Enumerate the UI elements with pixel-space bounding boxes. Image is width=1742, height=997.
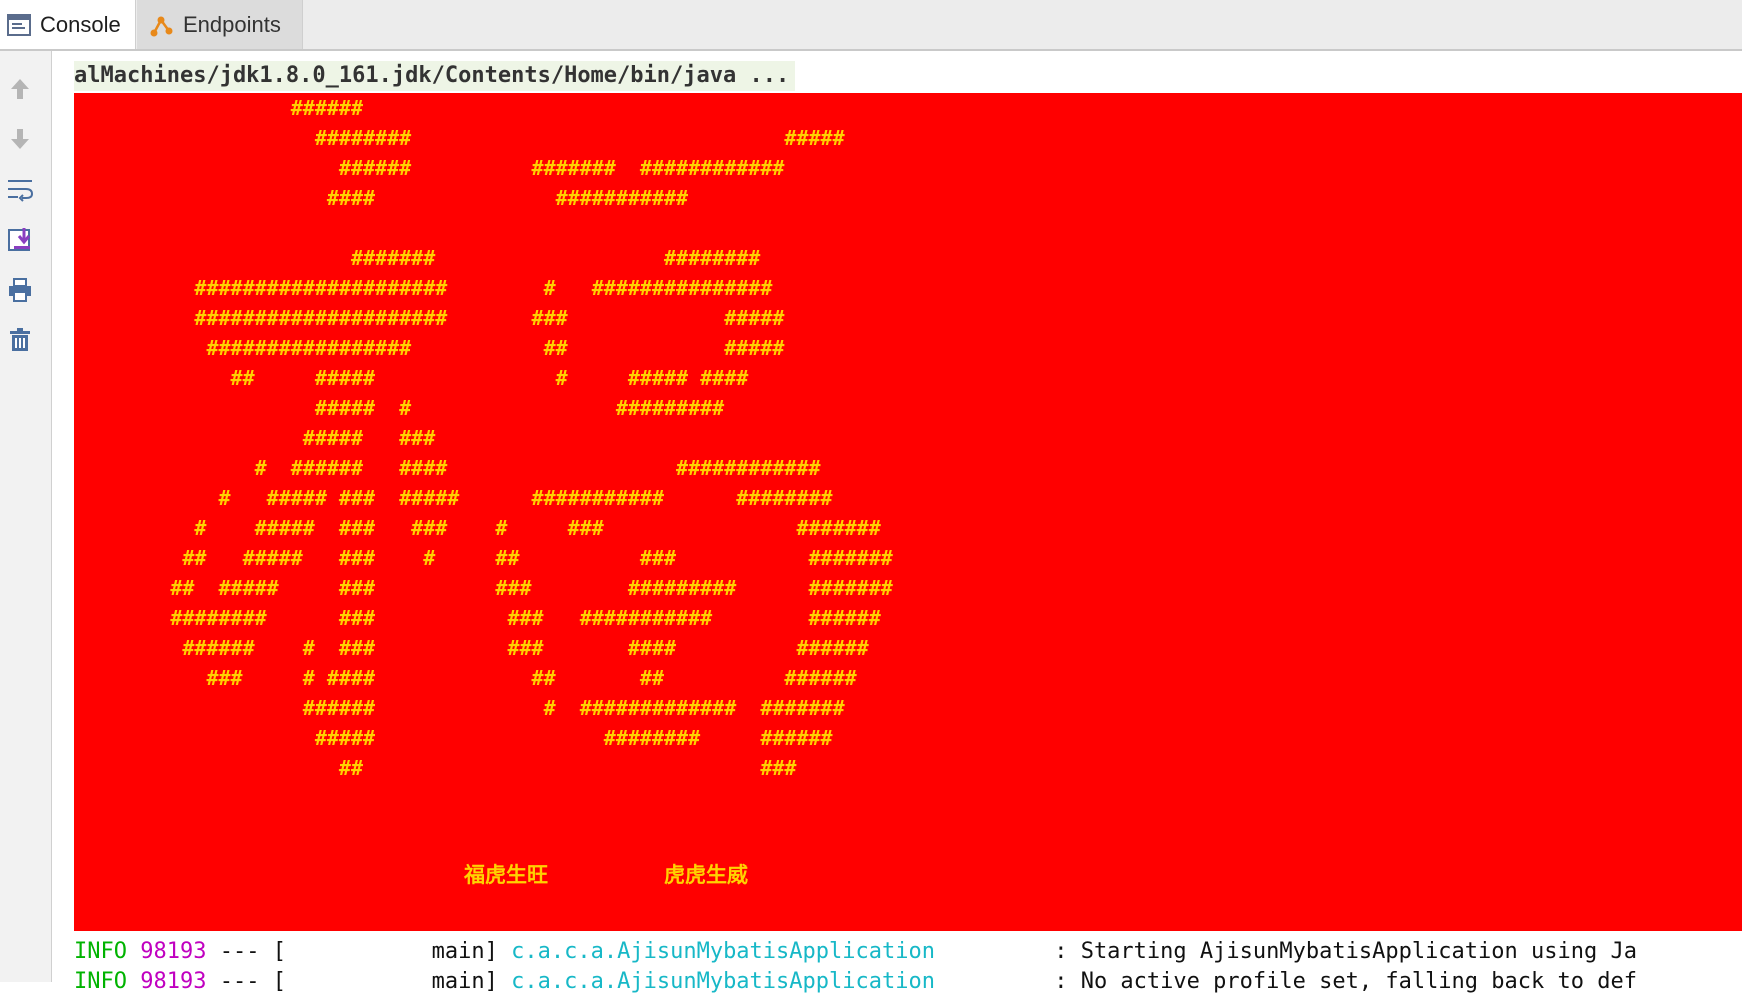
scroll-to-end-icon[interactable] (5, 225, 35, 255)
log-thread: [ main] (272, 939, 498, 964)
endpoints-icon (149, 12, 175, 38)
banner-caption-left: 福虎生旺 (464, 863, 548, 887)
tab-console-label: Console (40, 11, 121, 37)
console-toolbar (0, 51, 52, 982)
console-output[interactable]: alMachines/jdk1.8.0_161.jdk/Contents/Hom… (52, 51, 1742, 994)
up-arrow-icon[interactable] (5, 74, 35, 104)
log-pid: 98193 (140, 939, 207, 964)
tool-window-tabbar: Console Endpoints (0, 0, 1742, 51)
tab-endpoints[interactable]: Endpoints (137, 0, 303, 49)
tab-console[interactable]: Console (0, 0, 136, 49)
down-arrow-icon[interactable] (5, 124, 35, 154)
tab-endpoints-label: Endpoints (183, 11, 281, 37)
log-separator: --- (219, 939, 260, 964)
log-line: INFO 98193 --- [ main] c.a.c.a.AjisunMyb… (74, 937, 1637, 967)
startup-banner: ###### ######## ##### ###### ####### ###… (74, 93, 1742, 931)
log-level: INFO (74, 939, 127, 964)
command-line: alMachines/jdk1.8.0_161.jdk/Contents/Hom… (74, 61, 796, 91)
log-line: INFO 98193 --- [ main] c.a.c.a.AjisunMyb… (74, 967, 1637, 997)
soft-wrap-icon[interactable] (5, 175, 35, 205)
console-icon (6, 12, 32, 38)
banner-caption-right: 虎虎生威 (664, 863, 748, 887)
ascii-art-fu: ###### ######## ##### ###### ####### ###… (170, 96, 893, 780)
log-logger[interactable]: c.a.c.a.AjisunMybatisApplication (511, 939, 935, 964)
print-icon[interactable] (5, 275, 35, 305)
log-message: : Starting AjisunMybatisApplication usin… (1054, 939, 1637, 964)
trash-icon[interactable] (5, 325, 35, 355)
